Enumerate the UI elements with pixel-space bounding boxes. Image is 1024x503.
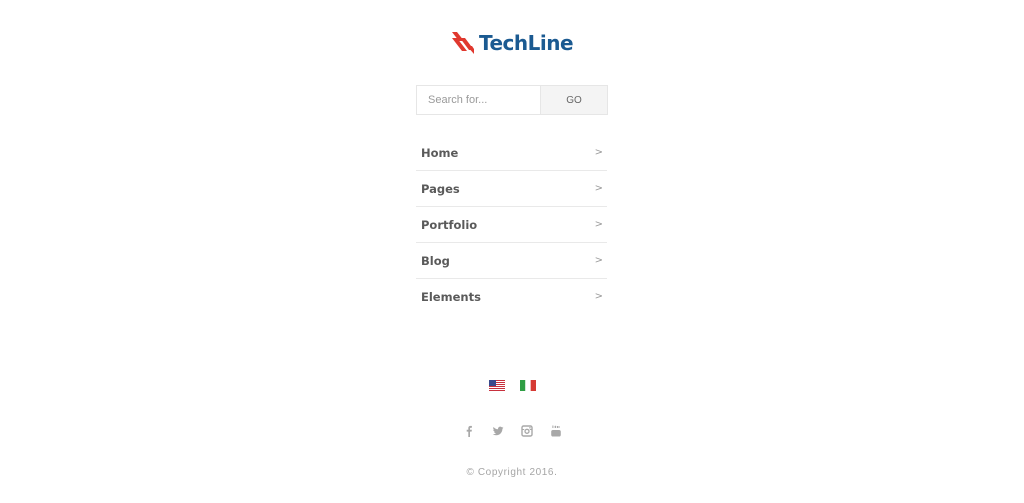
- menu-item-portfolio[interactable]: Portfolio >: [416, 207, 607, 243]
- menu-item-elements[interactable]: Elements >: [416, 279, 607, 314]
- brand-name: TechLine: [478, 31, 574, 55]
- search-input[interactable]: [417, 86, 540, 114]
- twitter-icon[interactable]: [492, 425, 504, 437]
- menu-item-label: Pages: [421, 181, 460, 196]
- copyright-text: © Copyright 2016.: [466, 467, 558, 478]
- chevron-right-icon: >: [594, 291, 603, 302]
- chevron-right-icon: >: [594, 147, 603, 158]
- social-links: [0, 425, 1024, 437]
- chevron-right-icon: >: [594, 255, 603, 266]
- facebook-icon[interactable]: [463, 425, 475, 437]
- menu-item-label: Blog: [421, 253, 450, 268]
- menu-item-label: Elements: [421, 289, 481, 304]
- techline-stripes-logo-icon: [451, 32, 474, 54]
- main-menu: Home > Pages > Portfolio > Blog > Elemen…: [416, 135, 607, 314]
- search-go-button[interactable]: GO: [540, 86, 607, 114]
- youtube-icon[interactable]: [550, 425, 562, 437]
- menu-item-pages[interactable]: Pages >: [416, 171, 607, 207]
- us-flag-icon[interactable]: [488, 380, 505, 391]
- italy-flag-icon[interactable]: [519, 380, 536, 391]
- mobile-menu-page: TechLine GO Home > Pages > Portfolio > B…: [0, 0, 1024, 503]
- search-form: GO: [416, 85, 608, 115]
- instagram-icon[interactable]: [520, 425, 533, 437]
- chevron-right-icon: >: [594, 219, 603, 230]
- menu-item-label: Portfolio: [421, 217, 478, 232]
- language-selector: [0, 380, 1024, 391]
- brand-logo-link[interactable]: TechLine: [451, 30, 574, 56]
- chevron-right-icon: >: [594, 183, 603, 194]
- menu-item-home[interactable]: Home >: [416, 135, 607, 171]
- menu-item-blog[interactable]: Blog >: [416, 243, 607, 279]
- menu-item-label: Home: [421, 145, 459, 160]
- logo-row: TechLine: [0, 30, 1024, 56]
